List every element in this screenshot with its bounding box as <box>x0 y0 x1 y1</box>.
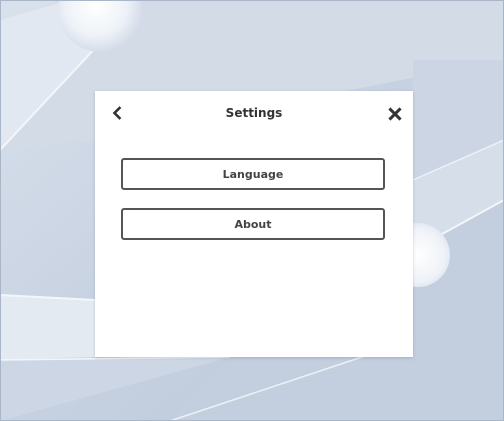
about-button-label: About <box>234 217 272 231</box>
language-button[interactable]: Language <box>121 158 385 190</box>
settings-dialog: Settings Language About <box>95 91 413 357</box>
back-button[interactable] <box>105 101 129 127</box>
dialog-header: Settings <box>95 91 413 137</box>
dialog-title: Settings <box>225 106 283 120</box>
about-button[interactable]: About <box>121 208 385 240</box>
language-button-label: Language <box>222 167 284 181</box>
chevron-left-icon <box>112 105 122 124</box>
close-x-icon <box>388 106 402 125</box>
desktop-screen: Settings Language About <box>0 0 504 421</box>
close-button[interactable] <box>383 102 407 128</box>
